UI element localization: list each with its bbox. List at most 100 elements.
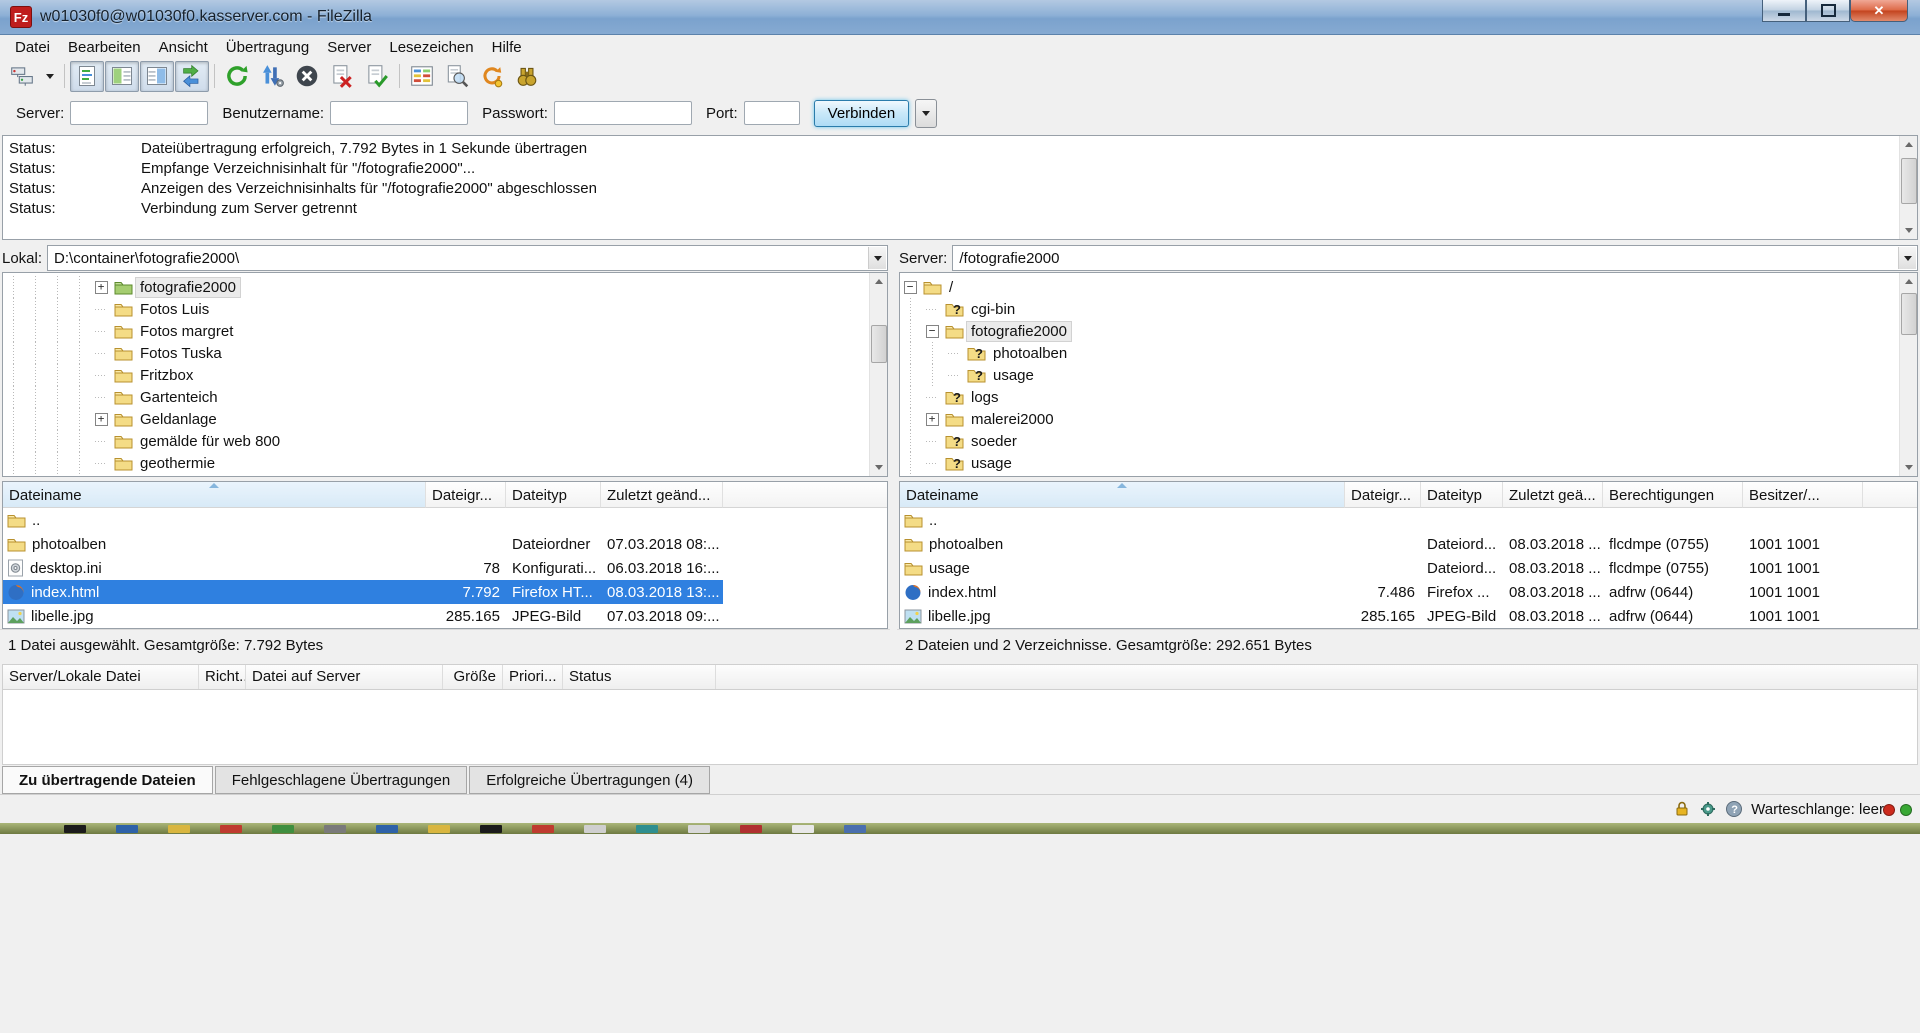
file-row-libelle-jpg[interactable]: libelle.jpg 285.165 JPEG-Bild 08.03.2018 ..… xyxy=(900,604,1863,628)
file-row--[interactable]: .. xyxy=(900,508,1863,532)
taskbar-icon[interactable] xyxy=(688,825,710,833)
taskbar-icon[interactable] xyxy=(480,825,502,833)
file-row-usage[interactable]: usage Dateiord... 08.03.2018 ... flcdmpe (0… xyxy=(900,556,1863,580)
scroll-down-icon[interactable] xyxy=(870,459,887,476)
tree-item-fritzbox[interactable]: Fritzbox xyxy=(3,364,887,386)
queue-column-richt-[interactable]: Richt... xyxy=(199,665,246,689)
server-input[interactable] xyxy=(70,101,209,125)
file-row-desktop-ini[interactable]: desktop.ini 78 Konfigurati... 06.03.2018 16… xyxy=(3,556,723,580)
settings-icon[interactable] xyxy=(1699,800,1717,818)
tree-item-photoalben[interactable]: ? photoalben xyxy=(900,342,1917,364)
tree-item-fotos-tuska[interactable]: Fotos Tuska xyxy=(3,342,887,364)
tree-item-fotos-luis[interactable]: Fotos Luis xyxy=(3,298,887,320)
file-search-button[interactable] xyxy=(440,61,474,92)
queue-column-priori-[interactable]: Priori... xyxy=(503,665,563,689)
menu-item--bertragung[interactable]: Übertragung xyxy=(217,37,318,58)
queue-column-status[interactable]: Status xyxy=(563,665,716,689)
scroll-thumb[interactable] xyxy=(1901,158,1917,204)
column-header-dateityp[interactable]: Dateityp xyxy=(1421,482,1503,508)
taskbar-icon[interactable] xyxy=(428,825,450,833)
close-button[interactable]: ✕ xyxy=(1850,0,1908,22)
scroll-up-icon[interactable] xyxy=(1900,136,1917,153)
tree-item-malerei2000[interactable]: + malerei2000 xyxy=(900,408,1917,430)
tree-item-fotografie2000[interactable]: + fotografie2000 xyxy=(3,276,887,298)
menu-item-hilfe[interactable]: Hilfe xyxy=(483,37,531,58)
menu-item-server[interactable]: Server xyxy=(318,37,380,58)
cancel-button[interactable] xyxy=(290,61,324,92)
column-header-dateityp[interactable]: Dateityp xyxy=(506,482,601,508)
menu-item-lesezeichen[interactable]: Lesezeichen xyxy=(380,37,482,58)
remote-path-dropdown-icon[interactable] xyxy=(1898,247,1916,269)
scroll-up-icon[interactable] xyxy=(1900,273,1917,290)
taskbar-icon[interactable] xyxy=(636,825,658,833)
tree-item-gartenteich[interactable]: Gartenteich xyxy=(3,386,887,408)
tree-item-fotos-margret[interactable]: Fotos margret xyxy=(3,320,887,342)
toggle-remote-tree-button[interactable] xyxy=(140,60,174,92)
site-manager-dropdown-button[interactable] xyxy=(40,61,59,92)
taskbar-icon[interactable] xyxy=(792,825,814,833)
tree-item-usage[interactable]: ? usage xyxy=(900,364,1917,386)
queue-column-server-lokale-datei[interactable]: Server/Lokale Datei xyxy=(3,665,199,689)
maximize-button[interactable] xyxy=(1806,0,1850,22)
help-icon[interactable]: ? xyxy=(1725,800,1743,818)
collapse-icon[interactable]: − xyxy=(903,280,917,294)
tree-item-soeder[interactable]: ? soeder xyxy=(900,430,1917,452)
remove-failed-transfers-button[interactable] xyxy=(325,61,359,92)
tree-item-geothermie[interactable]: geothermie xyxy=(3,452,887,474)
tab-zu-bertragende-dateien[interactable]: Zu übertragende Dateien xyxy=(2,766,213,794)
port-input[interactable] xyxy=(743,101,800,125)
refresh-button[interactable] xyxy=(220,61,254,92)
message-log-scrollbar[interactable] xyxy=(1899,136,1917,239)
scroll-up-icon[interactable] xyxy=(870,273,887,290)
menu-item-datei[interactable]: Datei xyxy=(6,37,59,58)
taskbar-icon[interactable] xyxy=(376,825,398,833)
directory-comparison-button[interactable] xyxy=(405,61,439,92)
tree-item--[interactable]: − / xyxy=(900,276,1917,298)
menu-item-bearbeiten[interactable]: Bearbeiten xyxy=(59,37,150,58)
menu-item-ansicht[interactable]: Ansicht xyxy=(150,37,217,58)
taskbar-icon[interactable] xyxy=(220,825,242,833)
tree-item-gem-lde-f-r-web-800[interactable]: gemälde für web 800 xyxy=(3,430,887,452)
lock-icon[interactable] xyxy=(1673,800,1691,818)
column-header-dateigr-[interactable]: Dateigr... xyxy=(426,482,506,508)
tree-item-fotografie2000[interactable]: − fotografie2000 xyxy=(900,320,1917,342)
find-files-button[interactable] xyxy=(510,61,544,92)
tree-item-cgi-bin[interactable]: ? cgi-bin xyxy=(900,298,1917,320)
local-tree-scrollbar[interactable] xyxy=(869,273,887,476)
toggle-message-log-button[interactable] xyxy=(70,60,104,92)
connect-dropdown-button[interactable] xyxy=(915,98,938,128)
column-header-berechtigungen[interactable]: Berechtigungen xyxy=(1603,482,1743,508)
tab-fehlgeschlagene-bertragungen[interactable]: Fehlgeschlagene Übertragungen xyxy=(214,766,468,794)
local-path-dropdown-icon[interactable] xyxy=(868,247,886,269)
file-row-photoalben[interactable]: photoalben Dateiordner 07.03.2018 08:... xyxy=(3,532,723,556)
taskbar-icon[interactable] xyxy=(584,825,606,833)
toggle-transfer-queue-button[interactable] xyxy=(175,60,209,92)
column-header-zuletzt-ge-[interactable]: Zuletzt geä... xyxy=(1503,482,1603,508)
taskbar-icon[interactable] xyxy=(844,825,866,833)
column-header-dateiname[interactable]: Dateiname xyxy=(3,482,426,508)
expand-icon[interactable]: + xyxy=(925,412,939,426)
taskbar-icon[interactable] xyxy=(168,825,190,833)
column-header-zuletzt-ge-nd-[interactable]: Zuletzt geänd... xyxy=(601,482,723,508)
minimize-button[interactable] xyxy=(1762,0,1806,22)
connect-button[interactable]: Verbinden xyxy=(813,99,910,127)
expand-icon[interactable]: + xyxy=(94,280,108,294)
toggle-local-tree-button[interactable] xyxy=(105,60,139,92)
remote-tree-scrollbar[interactable] xyxy=(1899,273,1917,476)
remote-path-combobox[interactable]: /fotografie2000 xyxy=(952,245,1918,271)
tree-item-geldanlage[interactable]: + Geldanlage xyxy=(3,408,887,430)
queue-column-gr-e[interactable]: Größe xyxy=(443,665,503,689)
taskbar-icon[interactable] xyxy=(740,825,762,833)
expand-icon[interactable]: + xyxy=(94,412,108,426)
tree-item-logs[interactable]: ? logs xyxy=(900,386,1917,408)
file-row--[interactable]: .. xyxy=(3,508,723,532)
reset-successful-transfers-button[interactable] xyxy=(360,61,394,92)
scroll-thumb[interactable] xyxy=(1901,293,1917,335)
scroll-thumb[interactable] xyxy=(871,325,887,363)
taskbar-icon[interactable] xyxy=(272,825,294,833)
file-row-index-html[interactable]: index.html 7.486 Firefox ... 08.03.2018 ...… xyxy=(900,580,1863,604)
scroll-down-icon[interactable] xyxy=(1900,222,1917,239)
taskbar-icon[interactable] xyxy=(64,825,86,833)
scroll-down-icon[interactable] xyxy=(1900,459,1917,476)
file-row-index-html[interactable]: index.html 7.792 Firefox HT... 08.03.2018 1… xyxy=(3,580,723,604)
